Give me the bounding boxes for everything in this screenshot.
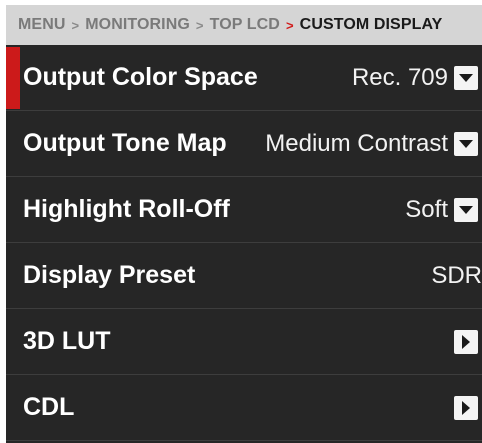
chevron-down-icon[interactable] [454,65,478,90]
menu-item-label: 3D LUT [23,327,111,355]
menu-item-label: Highlight Roll-Off [23,195,230,223]
chevron-right-icon[interactable] [454,395,478,420]
breadcrumb-separator-icon: > [195,17,204,33]
breadcrumb-separator-active-icon: > [285,17,294,33]
chevron-down-icon[interactable] [454,197,478,222]
breadcrumb-monitoring[interactable]: MONITORING [85,16,190,34]
menu-item-control[interactable]: Medium Contrast [265,130,482,158]
menu-item-output-color-space[interactable]: Output Color Space Rec. 709 [6,45,482,111]
menu-item-control[interactable] [448,329,482,354]
menu-item-output-tone-map[interactable]: Output Tone Map Medium Contrast [6,111,482,177]
menu-item-highlight-roll-off[interactable]: Highlight Roll-Off Soft [6,177,482,243]
preset-value: SDR [431,261,482,289]
menu-item-control[interactable]: Rec. 709 [352,64,482,92]
menu-item-label: Output Color Space [23,63,258,91]
custom-display-screen: MENU > MONITORING > TOP LCD > CUSTOM DIS… [0,0,482,443]
menu-item-label: CDL [23,393,75,421]
menu-item-label: Output Tone Map [23,129,227,157]
chevron-down-icon[interactable] [454,131,478,156]
menu-item-display-preset[interactable]: Display Preset SDR [6,243,482,309]
dropdown-value: Medium Contrast [265,129,448,157]
menu-item-control[interactable]: Soft [405,196,482,224]
menu-item-cdl[interactable]: CDL [6,375,482,441]
menu-item-label: Display Preset [23,261,196,289]
breadcrumb-menu[interactable]: MENU [18,16,66,34]
menu-item-control[interactable] [448,395,482,420]
breadcrumb-custom-display: CUSTOM DISPLAY [299,16,443,33]
breadcrumb: MENU > MONITORING > TOP LCD > CUSTOM DIS… [6,5,482,45]
breadcrumb-top-lcd[interactable]: TOP LCD [210,16,280,34]
dropdown-value: Rec. 709 [351,63,448,91]
menu-item-control[interactable]: SDR [431,262,482,290]
settings-menu: Output Color Space Rec. 709 Output Tone … [6,45,482,443]
breadcrumb-separator-icon: > [71,17,80,33]
menu-item-3d-lut[interactable]: 3D LUT [6,309,482,375]
chevron-right-icon[interactable] [454,329,478,354]
dropdown-value: Soft [405,195,448,223]
